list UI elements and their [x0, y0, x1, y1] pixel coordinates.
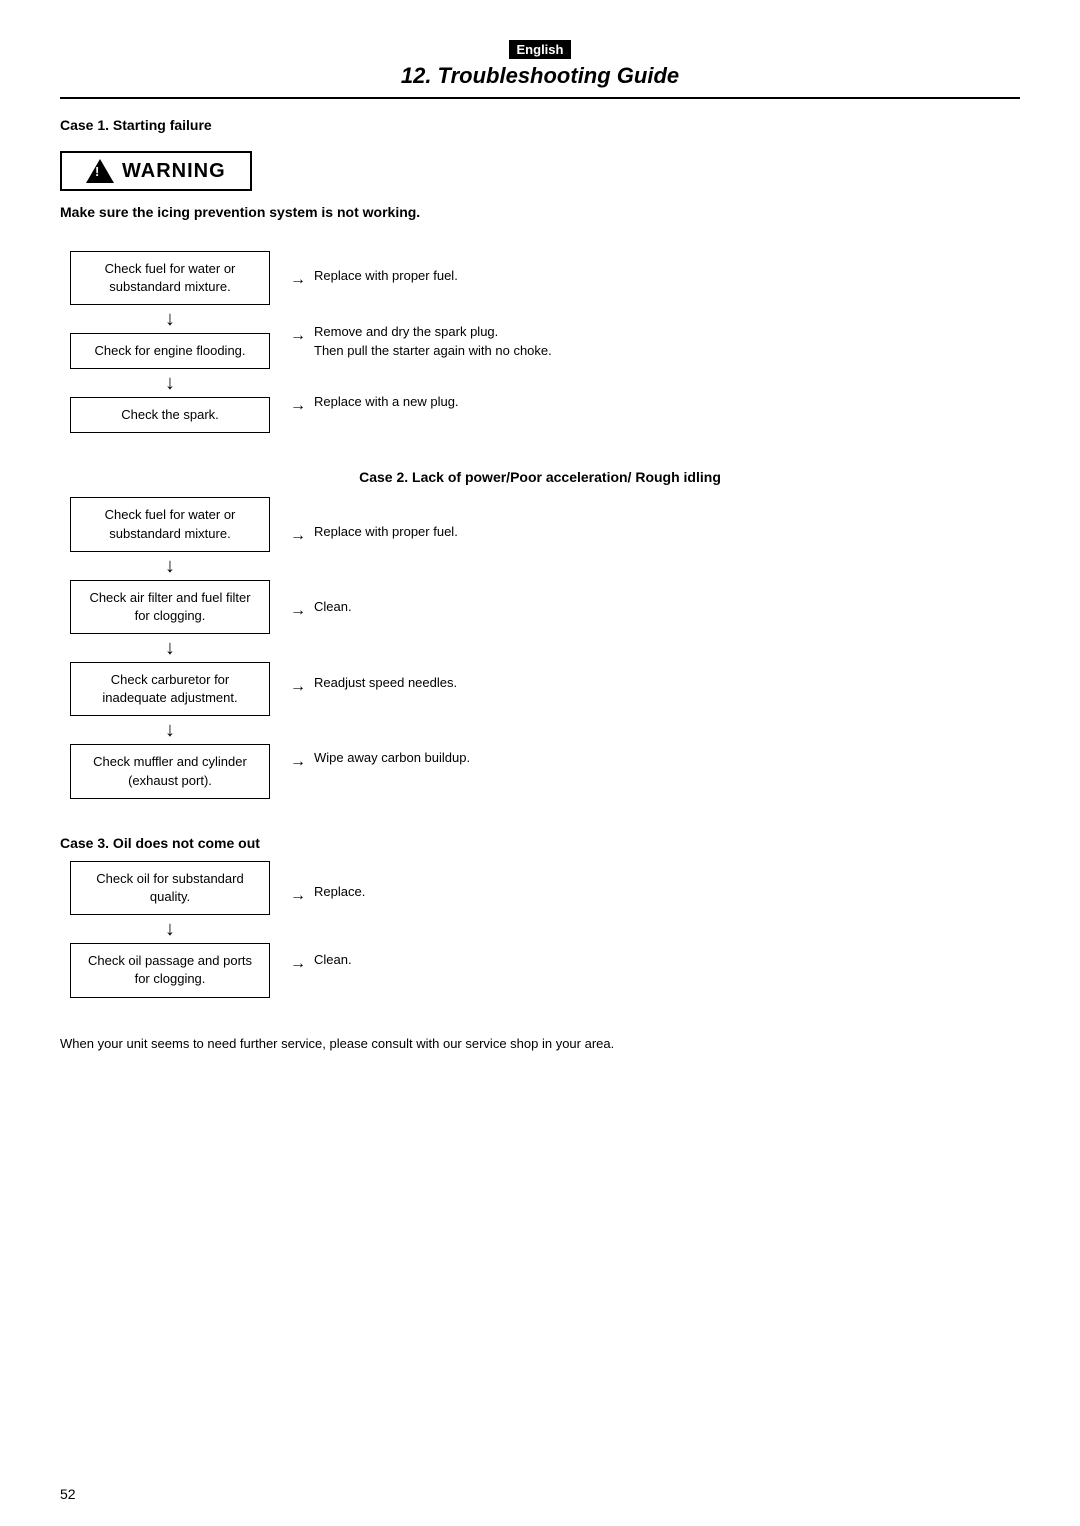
section-title: 12. Troubleshooting Guide — [60, 63, 1020, 99]
case3-action1: → Replace. — [290, 879, 1020, 911]
case3-step2-box: Check oil passage and ports for clogging… — [70, 943, 270, 997]
case3-flow-left: Check oil for substandard quality. ↓ Che… — [60, 861, 280, 998]
right-arrow-2: → — [290, 324, 306, 347]
case1-flow-right: → Replace with proper fuel. → Remove and… — [290, 251, 1020, 434]
header-area: English 12. Troubleshooting Guide — [60, 40, 1020, 99]
case1-step2-box: Check for engine flooding. — [70, 333, 270, 369]
case1-action1-text: Replace with proper fuel. — [314, 267, 458, 286]
case2-right-arrow-1: → — [290, 524, 306, 547]
case2-flow-left: Check fuel for water or substandard mixt… — [60, 497, 280, 799]
case2-action4: → Wipe away carbon buildup. — [290, 745, 1020, 777]
right-arrow-1: → — [290, 268, 306, 291]
case3-block: Case 3. Oil does not come out Check oil … — [60, 835, 1020, 998]
arrow-down-1: ↓ — [165, 309, 175, 329]
warning-label: WARNING — [122, 160, 226, 183]
case3-right-arrow-2: → — [290, 952, 306, 975]
case3-heading: Case 3. Oil does not come out — [60, 835, 1020, 851]
case1-flow-left: Check fuel for water or substandard mixt… — [60, 251, 280, 434]
case2-action4-text: Wipe away carbon buildup. — [314, 749, 470, 768]
case2-right-arrow-3: → — [290, 675, 306, 698]
case1-action3: → Replace with a new plug. — [290, 389, 1020, 421]
case2-step4-box: Check muffler and cylinder (exhaust port… — [70, 744, 270, 798]
case2-flow-right: → Replace with proper fuel. → Clean. → R… — [290, 497, 1020, 799]
case2-arrow-3: ↓ — [165, 720, 175, 740]
case2-flow: Check fuel for water or substandard mixt… — [60, 497, 1020, 799]
case1-action1: → Replace with proper fuel. — [290, 263, 1020, 295]
language-badge: English — [509, 40, 572, 59]
case3-action1-text: Replace. — [314, 883, 365, 902]
case3-action2-text: Clean. — [314, 951, 352, 970]
case2-step2-box: Check air filter and fuel filter for clo… — [70, 580, 270, 634]
warning-subtitle: Make sure the icing prevention system is… — [60, 203, 420, 223]
case2-block: Case 2. Lack of power/Poor acceleration/… — [60, 469, 1020, 799]
case2-heading: Case 2. Lack of power/Poor acceleration/… — [60, 469, 1020, 485]
case2-step3-box: Check carburetor for inadequate adjustme… — [70, 662, 270, 716]
case2-right-arrow-2: → — [290, 599, 306, 622]
case2-action3: → Readjust speed needles. — [290, 670, 1020, 702]
case3-action2: → Clean. — [290, 947, 1020, 979]
case2-action3-text: Readjust speed needles. — [314, 674, 457, 693]
case3-right-arrow-1: → — [290, 884, 306, 907]
case2-arrow-2: ↓ — [165, 638, 175, 658]
case1-action2: → Remove and dry the spark plug.Then pul… — [290, 319, 1020, 365]
case1-action2-text: Remove and dry the spark plug.Then pull … — [314, 323, 552, 361]
case1-action3-text: Replace with a new plug. — [314, 393, 459, 412]
case1-step1-box: Check fuel for water or substandard mixt… — [70, 251, 270, 305]
case3-flow-right: → Replace. → Clean. — [290, 861, 1020, 998]
case1-block: Case 1. Starting failure WARNING Make su… — [60, 117, 1020, 433]
right-arrow-3: → — [290, 394, 306, 417]
case2-action2-text: Clean. — [314, 598, 352, 617]
warning-box: WARNING — [60, 151, 252, 191]
case2-action1-text: Replace with proper fuel. — [314, 523, 458, 542]
case1-heading: Case 1. Starting failure — [60, 117, 1020, 133]
page-number: 52 — [60, 1486, 76, 1502]
arrow-down-2: ↓ — [165, 373, 175, 393]
case2-action1: → Replace with proper fuel. — [290, 519, 1020, 551]
case2-step1-box: Check fuel for water or substandard mixt… — [70, 497, 270, 551]
warning-box-container: WARNING Make sure the icing prevention s… — [60, 143, 1020, 239]
case2-right-arrow-4: → — [290, 750, 306, 773]
case2-action2: → Clean. — [290, 594, 1020, 626]
warning-icon — [86, 159, 114, 183]
case2-arrow-1: ↓ — [165, 556, 175, 576]
case1-flow: Check fuel for water or substandard mixt… — [60, 251, 1020, 434]
case1-step3-box: Check the spark. — [70, 397, 270, 433]
footer-note: When your unit seems to need further ser… — [60, 1034, 1020, 1055]
page-container: English 12. Troubleshooting Guide Case 1… — [0, 0, 1080, 1526]
case3-step1-box: Check oil for substandard quality. — [70, 861, 270, 915]
case3-flow: Check oil for substandard quality. ↓ Che… — [60, 861, 1020, 998]
case3-arrow-1: ↓ — [165, 919, 175, 939]
